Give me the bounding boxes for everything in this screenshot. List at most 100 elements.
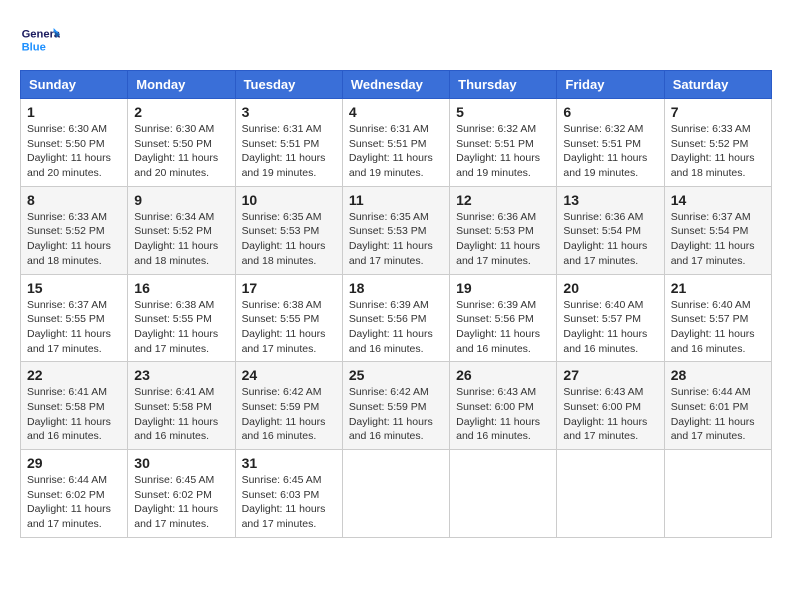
day-number: 8 <box>27 192 121 208</box>
day-info: Sunrise: 6:41 AM Sunset: 5:58 PM Dayligh… <box>134 385 228 444</box>
calendar-cell: 27 Sunrise: 6:43 AM Sunset: 6:00 PM Dayli… <box>557 362 664 450</box>
calendar-cell: 10Sunrise: 6:35 AM Sunset: 5:53 PM Dayli… <box>235 186 342 274</box>
calendar-cell: 5 Sunrise: 6:32 AM Sunset: 5:51 PM Daylig… <box>450 99 557 187</box>
day-number: 14 <box>671 192 765 208</box>
day-number: 9 <box>134 192 228 208</box>
day-info: Sunrise: 6:44 AM Sunset: 6:02 PM Dayligh… <box>27 473 121 532</box>
day-number: 11 <box>349 192 443 208</box>
day-number: 1 <box>27 104 121 120</box>
calendar-cell: 15 Sunrise: 6:37 AM Sunset: 5:55 PM Dayli… <box>21 274 128 362</box>
calendar-week-row: 29 Sunrise: 6:44 AM Sunset: 6:02 PM Dayli… <box>21 450 772 538</box>
day-info: Sunrise: 6:43 AM Sunset: 6:00 PM Dayligh… <box>456 385 550 444</box>
calendar-cell: 29 Sunrise: 6:44 AM Sunset: 6:02 PM Dayli… <box>21 450 128 538</box>
day-info: Sunrise: 6:45 AM Sunset: 6:02 PM Dayligh… <box>134 473 228 532</box>
day-number: 15 <box>27 280 121 296</box>
day-number: 25 <box>349 367 443 383</box>
day-info: Sunrise: 6:38 AM Sunset: 5:55 PM Dayligh… <box>134 298 228 357</box>
day-number: 7 <box>671 104 765 120</box>
day-info: Sunrise: 6:43 AM Sunset: 6:00 PM Dayligh… <box>563 385 657 444</box>
day-info: Sunrise: 6:45 AM Sunset: 6:03 PM Dayligh… <box>242 473 336 532</box>
calendar-cell: 8 Sunrise: 6:33 AM Sunset: 5:52 PM Daylig… <box>21 186 128 274</box>
day-number: 5 <box>456 104 550 120</box>
day-info: Sunrise: 6:44 AM Sunset: 6:01 PM Dayligh… <box>671 385 765 444</box>
calendar-cell: 4Sunrise: 6:31 AM Sunset: 5:51 PM Daylig… <box>342 99 449 187</box>
day-number: 17 <box>242 280 336 296</box>
day-number: 28 <box>671 367 765 383</box>
day-number: 18 <box>349 280 443 296</box>
day-info: Sunrise: 6:36 AM Sunset: 5:53 PM Dayligh… <box>456 210 550 269</box>
day-info: Sunrise: 6:35 AM Sunset: 5:53 PM Dayligh… <box>349 210 443 269</box>
calendar-cell: 28 Sunrise: 6:44 AM Sunset: 6:01 PM Dayli… <box>664 362 771 450</box>
calendar-cell: 20Sunrise: 6:40 AM Sunset: 5:57 PM Dayli… <box>557 274 664 362</box>
day-info: Sunrise: 6:41 AM Sunset: 5:58 PM Dayligh… <box>27 385 121 444</box>
calendar-week-row: 22 Sunrise: 6:41 AM Sunset: 5:58 PM Dayli… <box>21 362 772 450</box>
calendar-header-sunday: Sunday <box>21 71 128 99</box>
calendar-header-tuesday: Tuesday <box>235 71 342 99</box>
day-info: Sunrise: 6:33 AM Sunset: 5:52 PM Dayligh… <box>671 122 765 181</box>
day-info: Sunrise: 6:32 AM Sunset: 5:51 PM Dayligh… <box>563 122 657 181</box>
svg-text:Blue: Blue <box>22 41 46 53</box>
calendar-cell: 3 Sunrise: 6:31 AM Sunset: 5:51 PM Daylig… <box>235 99 342 187</box>
day-info: Sunrise: 6:34 AM Sunset: 5:52 PM Dayligh… <box>134 210 228 269</box>
day-number: 21 <box>671 280 765 296</box>
calendar-header-monday: Monday <box>128 71 235 99</box>
calendar-cell: 31 Sunrise: 6:45 AM Sunset: 6:03 PM Dayli… <box>235 450 342 538</box>
calendar-cell: 30 Sunrise: 6:45 AM Sunset: 6:02 PM Dayli… <box>128 450 235 538</box>
calendar-cell: 1Sunrise: 6:30 AM Sunset: 5:50 PM Daylig… <box>21 99 128 187</box>
day-number: 19 <box>456 280 550 296</box>
day-info: Sunrise: 6:31 AM Sunset: 5:51 PM Dayligh… <box>242 122 336 181</box>
calendar-cell: 25Sunrise: 6:42 AM Sunset: 5:59 PM Dayli… <box>342 362 449 450</box>
calendar-header-thursday: Thursday <box>450 71 557 99</box>
day-info: Sunrise: 6:37 AM Sunset: 5:55 PM Dayligh… <box>27 298 121 357</box>
calendar-cell: 11 Sunrise: 6:35 AM Sunset: 5:53 PM Dayli… <box>342 186 449 274</box>
calendar-week-row: 8 Sunrise: 6:33 AM Sunset: 5:52 PM Daylig… <box>21 186 772 274</box>
calendar-cell: 7 Sunrise: 6:33 AM Sunset: 5:52 PM Daylig… <box>664 99 771 187</box>
calendar-cell: 14 Sunrise: 6:37 AM Sunset: 5:54 PM Dayli… <box>664 186 771 274</box>
day-number: 2 <box>134 104 228 120</box>
calendar-cell <box>342 450 449 538</box>
calendar-cell: 12 Sunrise: 6:36 AM Sunset: 5:53 PM Dayli… <box>450 186 557 274</box>
day-info: Sunrise: 6:30 AM Sunset: 5:50 PM Dayligh… <box>134 122 228 181</box>
day-info: Sunrise: 6:42 AM Sunset: 5:59 PM Dayligh… <box>242 385 336 444</box>
day-info: Sunrise: 6:39 AM Sunset: 5:56 PM Dayligh… <box>456 298 550 357</box>
page-header: General Blue <box>20 20 772 60</box>
day-info: Sunrise: 6:35 AM Sunset: 5:53 PM Dayligh… <box>242 210 336 269</box>
calendar-body: 1 Sunrise: 6:30 AM Sunset: 5:50 PM Daylig… <box>21 99 772 538</box>
day-info: Sunrise: 6:32 AM Sunset: 5:51 PM Dayligh… <box>456 122 550 181</box>
day-number: 20 <box>563 280 657 296</box>
logo-icon: General Blue <box>20 20 60 60</box>
calendar-cell: 6Sunrise: 6:32 AM Sunset: 5:51 PM Daylig… <box>557 99 664 187</box>
logo: General Blue <box>20 20 64 60</box>
day-number: 24 <box>242 367 336 383</box>
day-number: 12 <box>456 192 550 208</box>
calendar-cell: 26 Sunrise: 6:43 AM Sunset: 6:00 PM Dayli… <box>450 362 557 450</box>
day-info: Sunrise: 6:31 AM Sunset: 5:51 PM Dayligh… <box>349 122 443 181</box>
day-number: 30 <box>134 455 228 471</box>
day-info: Sunrise: 6:40 AM Sunset: 5:57 PM Dayligh… <box>671 298 765 357</box>
calendar-cell: 2 Sunrise: 6:30 AM Sunset: 5:50 PM Daylig… <box>128 99 235 187</box>
day-info: Sunrise: 6:39 AM Sunset: 5:56 PM Dayligh… <box>349 298 443 357</box>
calendar-cell <box>557 450 664 538</box>
calendar-cell: 13 Sunrise: 6:36 AM Sunset: 5:54 PM Dayli… <box>557 186 664 274</box>
calendar-cell: 9 Sunrise: 6:34 AM Sunset: 5:52 PM Daylig… <box>128 186 235 274</box>
day-number: 27 <box>563 367 657 383</box>
calendar-cell: 21 Sunrise: 6:40 AM Sunset: 5:57 PM Dayli… <box>664 274 771 362</box>
day-number: 26 <box>456 367 550 383</box>
calendar-cell: 19 Sunrise: 6:39 AM Sunset: 5:56 PM Dayli… <box>450 274 557 362</box>
calendar-week-row: 1 Sunrise: 6:30 AM Sunset: 5:50 PM Daylig… <box>21 99 772 187</box>
day-info: Sunrise: 6:36 AM Sunset: 5:54 PM Dayligh… <box>563 210 657 269</box>
day-info: Sunrise: 6:38 AM Sunset: 5:55 PM Dayligh… <box>242 298 336 357</box>
calendar-cell: 24 Sunrise: 6:42 AM Sunset: 5:59 PM Dayli… <box>235 362 342 450</box>
day-number: 31 <box>242 455 336 471</box>
calendar-table: SundayMondayTuesdayWednesdayThursdayFrid… <box>20 70 772 538</box>
calendar-cell: 22 Sunrise: 6:41 AM Sunset: 5:58 PM Dayli… <box>21 362 128 450</box>
day-number: 13 <box>563 192 657 208</box>
calendar-header-row: SundayMondayTuesdayWednesdayThursdayFrid… <box>21 71 772 99</box>
day-info: Sunrise: 6:33 AM Sunset: 5:52 PM Dayligh… <box>27 210 121 269</box>
day-number: 22 <box>27 367 121 383</box>
calendar-header-saturday: Saturday <box>664 71 771 99</box>
day-number: 23 <box>134 367 228 383</box>
day-info: Sunrise: 6:37 AM Sunset: 5:54 PM Dayligh… <box>671 210 765 269</box>
day-number: 3 <box>242 104 336 120</box>
day-number: 29 <box>27 455 121 471</box>
